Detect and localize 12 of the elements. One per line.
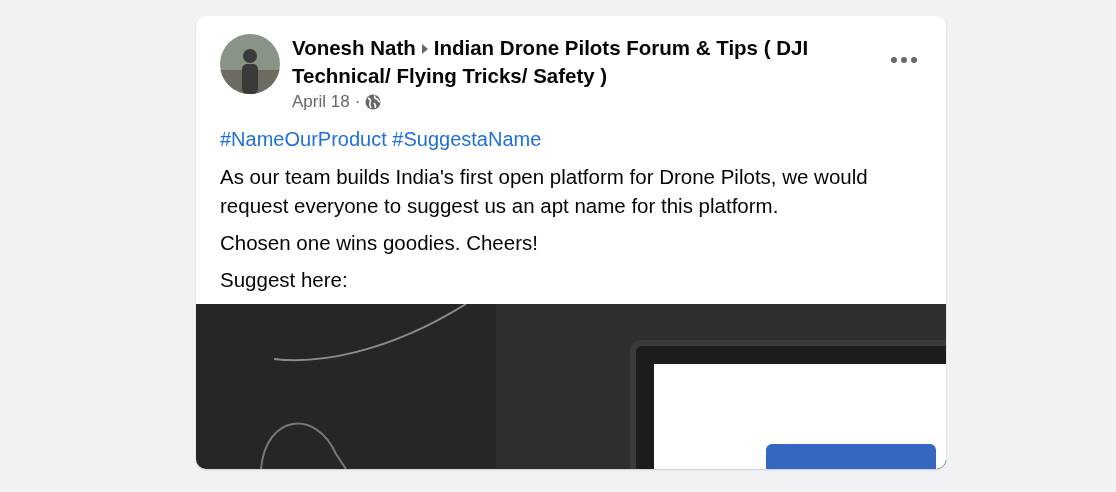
hashtag-link[interactable]: #SuggestaName [392,128,542,150]
hashtag-link[interactable]: #NameOurProduct [220,128,387,150]
post-text: As our team builds India's first open platform for Drone Pilots, we would request everyone to suggest us an apt name for this platform. [219,164,869,219]
avatar[interactable] [220,34,280,94]
post-text: Chosen one wins goodies. Cheers! [219,230,539,256]
post-title[interactable]: Vonesh Nath Indian Drone Pilots Forum & Tips ( DJI Technical/ Flying Tricks/ Safety ) [292,34,874,90]
post-date[interactable]: April 18 [292,92,350,112]
separator: · [354,92,361,112]
more-icon [891,57,917,63]
post-text: Suggest here: [219,267,349,293]
triangle-right-icon [420,43,429,55]
globe-icon [365,94,382,110]
